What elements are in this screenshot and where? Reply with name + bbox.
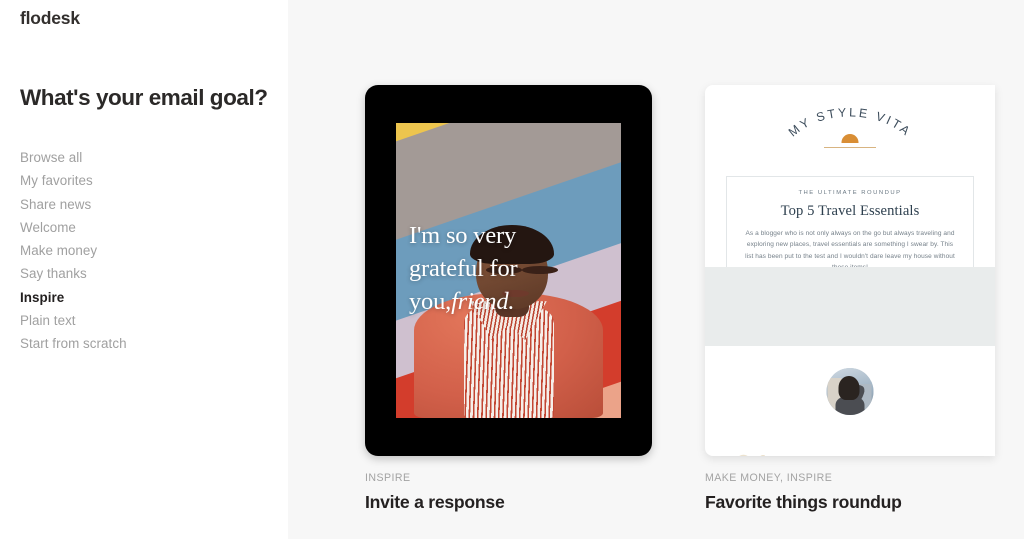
template-category: INSPIRE (365, 472, 411, 484)
flodesk-logo[interactable]: flodesk (20, 8, 80, 29)
horizon-line (824, 147, 876, 149)
sidebar: flodesk What's your email goal? Browse a… (0, 0, 288, 539)
product-section: 01 FORM + FUNCTION The Backpack (705, 416, 995, 456)
sidebar-item-inspire[interactable]: Inspire (20, 286, 260, 309)
template-category: MAKE MONEY, INSPIRE (705, 472, 833, 484)
overlay-line-2: grateful for (409, 255, 518, 282)
tablet-screen: I'm so very grateful for you,friend. (396, 123, 621, 418)
sidebar-item-share-news[interactable]: Share news (20, 193, 260, 216)
sidebar-item-say-thanks[interactable]: Say thanks (20, 262, 260, 285)
tablet-frame: I'm so very grateful for you,friend. (365, 85, 652, 456)
overlay-line-3: you,friend. (409, 285, 589, 318)
sidebar-item-make-money[interactable]: Make money (20, 239, 260, 262)
template-card-favorite-things-roundup[interactable]: MY STYLE VITA THE ULTIMATE ROUNDUP Top 5… (705, 85, 995, 456)
sidebar-item-plain-text[interactable]: Plain text (20, 309, 260, 332)
item-number: 01 (734, 449, 771, 456)
article-eyebrow: THE ULTIMATE ROUNDUP (798, 190, 902, 196)
overlay-line-3-italic: friend. (451, 288, 515, 315)
template-card-invite-a-response[interactable]: I'm so very grateful for you,friend. (365, 85, 652, 456)
article-title: Top 5 Travel Essentials (780, 203, 920, 219)
email-preview: MY STYLE VITA THE ULTIMATE ROUNDUP Top 5… (705, 85, 995, 456)
overlay-line-3-plain: you, (409, 288, 452, 315)
overlay-line-1: I'm so very (409, 222, 516, 249)
brand-logo: MY STYLE VITA (705, 97, 995, 169)
sidebar-item-welcome[interactable]: Welcome (20, 216, 260, 239)
author-avatar (826, 368, 874, 415)
sidebar-item-my-favorites[interactable]: My favorites (20, 169, 260, 192)
template-grid: I'm so very grateful for you,friend. INS… (288, 0, 1024, 539)
sidebar-item-browse-all[interactable]: Browse all (20, 146, 260, 169)
template-title[interactable]: Favorite things roundup (705, 492, 902, 513)
goal-filter-nav: Browse all My favorites Share news Welco… (20, 146, 260, 356)
page-title: What's your email goal? (20, 85, 268, 110)
photo-overlay-headline: I'm so very grateful for you,friend. (409, 219, 589, 318)
sidebar-item-start-from-scratch[interactable]: Start from scratch (20, 332, 260, 355)
brand-name-arched: MY STYLE VITA (786, 105, 912, 139)
template-caption-invite-a-response: INSPIRE Invite a response (365, 472, 505, 513)
template-gallery-page: flodesk What's your email goal? Browse a… (0, 0, 1024, 539)
template-caption-favorite-things-roundup: MAKE MONEY, INSPIRE Favorite things roun… (705, 472, 902, 513)
tinted-band (705, 267, 995, 346)
avatar-hair (838, 376, 860, 400)
template-title[interactable]: Invite a response (365, 492, 505, 513)
